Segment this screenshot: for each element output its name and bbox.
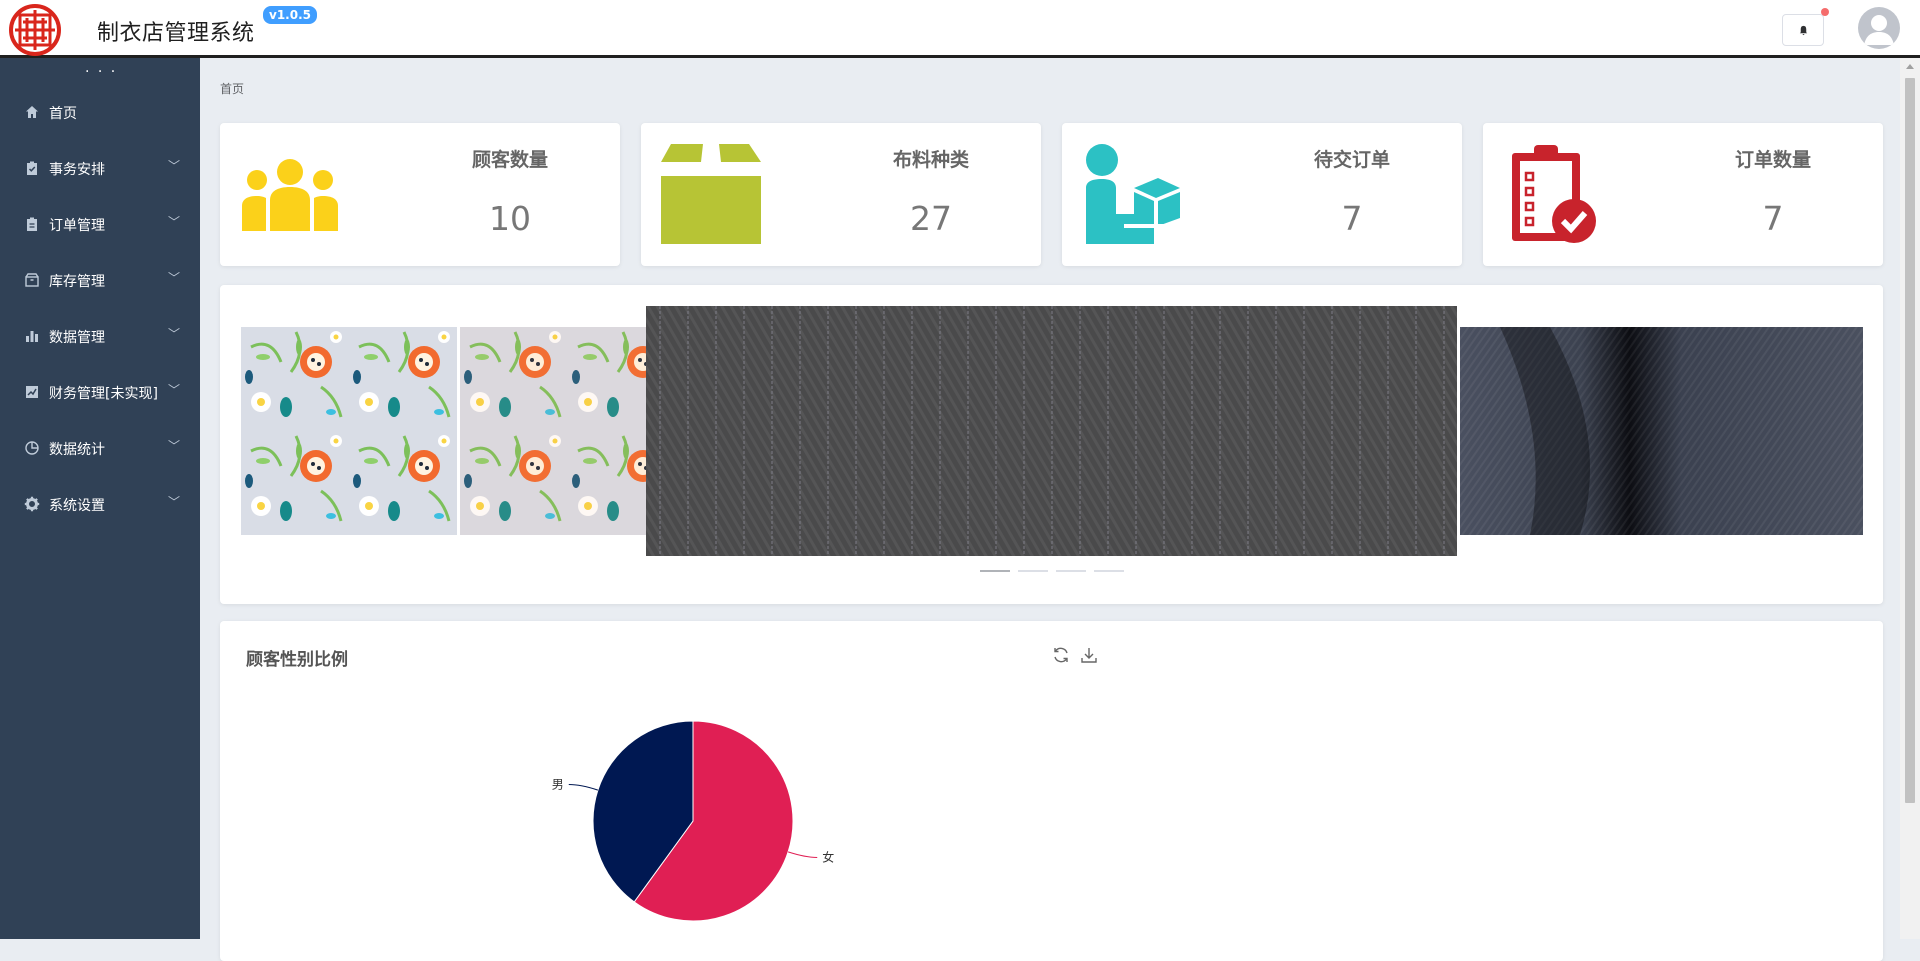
stat-value: 7 <box>1762 199 1784 238</box>
scrollbar-thumb[interactable] <box>1905 78 1915 803</box>
clipboard-check-icon <box>1512 145 1596 243</box>
stat-title: 顾客数量 <box>471 149 548 171</box>
chevron-down-icon: ﹀ <box>168 495 181 509</box>
sidebar-item-inventory[interactable]: 库存管理 ﹀ <box>0 260 200 300</box>
sidebar-item-home[interactable]: 首页 <box>0 92 200 132</box>
stat-card-pending-orders: 待交订单 7 <box>1062 123 1462 266</box>
carousel-indicator-4[interactable] <box>1094 570 1124 572</box>
fabric-slide-floral-1[interactable] <box>241 327 457 535</box>
sidebar-item-label: 订单管理 <box>49 218 105 234</box>
chevron-down-icon: ﹀ <box>168 215 181 229</box>
scroll-up-arrow-icon[interactable] <box>1906 64 1914 69</box>
pie-chart-icon <box>25 441 39 455</box>
sidebar-item-finance[interactable]: 财务管理[未实现] ﹀ <box>0 372 200 412</box>
stat-value: 7 <box>1341 199 1363 238</box>
top-bar: 制衣店管理系统 v1.0.5 <box>0 0 1920 58</box>
sidebar-item-settings[interactable]: 系统设置 ﹀ <box>0 484 200 524</box>
gender-chart-card: 顾客性别比例 女男 <box>220 621 1883 961</box>
sidebar-item-label: 库存管理 <box>49 274 105 290</box>
clipboard-check-icon <box>27 161 37 175</box>
sidebar-collapse-toggle[interactable]: · · · <box>85 64 117 80</box>
version-badge: v1.0.5 <box>263 6 317 24</box>
carousel-indicator-2[interactable] <box>1018 570 1048 572</box>
line-chart-icon <box>26 386 38 398</box>
sidebar-item-statistics[interactable]: 数据统计 ﹀ <box>0 428 200 468</box>
sidebar-item-label: 系统设置 <box>49 498 105 514</box>
sidebar-item-data-management[interactable]: 数据管理 ﹀ <box>0 316 200 356</box>
sidebar: · · · 首页 事务安排 ﹀ 订单管理 ﹀ 库存管理 ﹀ 数据管理 ﹀ 财务管… <box>0 58 200 939</box>
stat-card-customers: 顾客数量 10 <box>220 123 620 266</box>
chevron-down-icon: ﹀ <box>168 383 181 397</box>
main-content: 首页 顾客数量 10 布料种类 27 待交订单 7 订单数量 7 顾客性别比例 … <box>200 58 1900 961</box>
app-title: 制衣店管理系统 <box>97 21 255 46</box>
sidebar-item-label: 事务安排 <box>49 162 105 178</box>
fabric-slide-navy-twill[interactable] <box>1460 327 1863 535</box>
box-open-icon <box>661 144 761 244</box>
sidebar-item-tasks[interactable]: 事务安排 ﹀ <box>0 148 200 188</box>
sidebar-item-orders[interactable]: 订单管理 ﹀ <box>0 204 200 244</box>
clipboard-icon <box>27 217 37 231</box>
notification-button[interactable] <box>1782 14 1824 46</box>
gender-pie-chart: 女男 <box>552 720 834 922</box>
pie-label-line-1 <box>568 784 599 791</box>
sidebar-item-label: 数据统计 <box>49 442 105 458</box>
people-icon <box>242 159 338 231</box>
brand-logo-icon <box>9 4 61 56</box>
stat-card-orders: 订单数量 7 <box>1483 123 1883 266</box>
pie-label-line-0 <box>787 851 818 858</box>
chevron-down-icon: ﹀ <box>168 159 181 173</box>
sidebar-item-label: 财务管理[未实现] <box>49 386 158 402</box>
notification-dot <box>1821 8 1829 16</box>
sidebar-item-label: 数据管理 <box>49 330 105 346</box>
fabric-slide-floral-2[interactable] <box>460 327 646 535</box>
chevron-down-icon: ﹀ <box>168 271 181 285</box>
bar-chart-icon <box>26 331 38 342</box>
stat-value: 27 <box>910 199 952 238</box>
person-package-icon <box>1086 144 1180 244</box>
avatar[interactable] <box>1858 7 1900 49</box>
sidebar-item-label: 首页 <box>49 106 77 122</box>
stat-title: 订单数量 <box>1734 149 1811 171</box>
carousel-indicator-1[interactable] <box>980 570 1010 572</box>
chevron-down-icon: ﹀ <box>168 327 181 341</box>
pie-label-0: 女 <box>822 849 834 864</box>
stat-title: 布料种类 <box>892 149 969 171</box>
pie-label-1: 男 <box>552 778 564 792</box>
fabric-carousel[interactable] <box>220 285 1883 604</box>
carousel-indicator-3[interactable] <box>1056 570 1086 572</box>
home-icon <box>26 106 38 118</box>
stat-card-fabrics: 布料种类 27 <box>641 123 1041 266</box>
stat-value: 10 <box>489 199 531 238</box>
fabric-slide-pinstripe[interactable] <box>646 306 1457 556</box>
gear-icon <box>24 496 40 512</box>
box-icon <box>25 273 39 287</box>
chevron-down-icon: ﹀ <box>168 439 181 453</box>
breadcrumb[interactable]: 首页 <box>220 80 244 97</box>
user-avatar-icon <box>1864 15 1894 45</box>
bell-icon <box>1799 25 1807 35</box>
stat-title: 待交订单 <box>1313 149 1390 171</box>
